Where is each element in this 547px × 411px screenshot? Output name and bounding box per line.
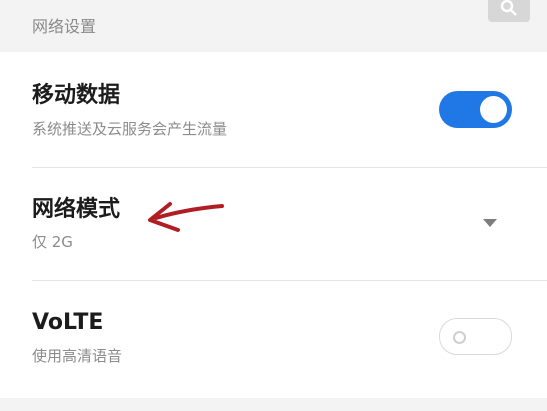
section-header: 网络设置 bbox=[0, 0, 547, 52]
bottom-strip bbox=[0, 398, 547, 411]
search-icon[interactable] bbox=[488, 0, 530, 22]
volte-title: VoLTE bbox=[32, 310, 104, 335]
volte-toggle[interactable] bbox=[439, 318, 512, 355]
mobile-data-row[interactable]: 移动数据 系统推送及云服务会产生流量 bbox=[0, 52, 547, 167]
network-mode-row[interactable]: 网络模式 仅 2G bbox=[0, 168, 547, 280]
red-arrow-icon bbox=[148, 202, 224, 232]
toggle-knob bbox=[480, 96, 507, 123]
toggle-knob bbox=[453, 331, 466, 344]
mobile-data-toggle[interactable] bbox=[439, 91, 512, 128]
triangle-down-icon[interactable] bbox=[482, 218, 498, 228]
section-title: 网络设置 bbox=[32, 17, 97, 36]
network-mode-title: 网络模式 bbox=[32, 197, 121, 222]
mobile-data-subtitle: 系统推送及云服务会产生流量 bbox=[32, 120, 228, 138]
mobile-data-title: 移动数据 bbox=[32, 83, 121, 108]
network-mode-value: 仅 2G bbox=[32, 233, 73, 251]
settings-card: 移动数据 系统推送及云服务会产生流量 网络模式 仅 2G VoLTE 使用高清语… bbox=[0, 52, 547, 398]
volte-row[interactable]: VoLTE 使用高清语音 bbox=[0, 281, 547, 398]
volte-subtitle: 使用高清语音 bbox=[32, 347, 123, 365]
